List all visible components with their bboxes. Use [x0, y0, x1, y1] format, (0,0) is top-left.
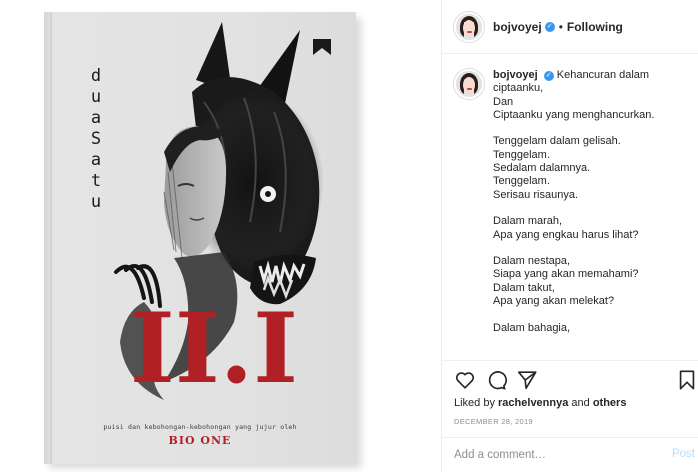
book-author: BIO ONE [168, 434, 232, 447]
caption-line: Apa yang akan melekat? [493, 295, 615, 308]
book-subtitle: puisi dan kebohongan-kebohongan yang juj… [103, 423, 297, 431]
caption-line [493, 308, 687, 321]
verified-badge-icon: ✓ [543, 71, 554, 81]
post-media[interactable]: d u a S a t u II.I puisi dan kebohongan-… [0, 0, 441, 472]
post-sidebar: bojvoyej ✓ • Following bojvoyej ✓ Kehanc… [441, 0, 698, 472]
caption-line: Dalam marah, [493, 215, 563, 228]
post-header: bojvoyej ✓ • Following [442, 0, 698, 54]
avatar[interactable] [454, 11, 484, 42]
comment-bar: Post [442, 437, 698, 472]
header-username[interactable]: bojvoyej [493, 20, 542, 34]
book-cover: d u a S a t u II.I puisi dan kebohongan-… [44, 12, 356, 464]
caption-line: Sedalam dalamnya. [493, 162, 591, 175]
caption-line: Siapa yang akan memahami? [493, 268, 639, 281]
verified-badge-icon: ✓ [544, 21, 555, 32]
caption-line [493, 122, 687, 135]
caption-line: Dan [493, 95, 514, 108]
red-numeral: II.I [130, 292, 298, 402]
likes-prefix: Liked by [454, 397, 499, 409]
caption-line: Dalam nestapa, [493, 255, 571, 268]
caption-line: Apa yang engkau harus lihat? [493, 228, 639, 241]
caption-line: Ciptaanku yang menghancurkan. [493, 108, 655, 121]
caption-text: bojvoyej ✓ Kehancuran dalam ciptaanku, D… [493, 69, 687, 335]
heart-icon[interactable] [454, 369, 476, 391]
caption: bojvoyej ✓ Kehancuran dalam ciptaanku, D… [454, 69, 687, 335]
wolf-face-illustration: II.I [114, 22, 324, 402]
caption-line: Dalam takut, [493, 281, 555, 294]
comment-input[interactable] [454, 449, 654, 461]
post-comment-button[interactable]: Post [672, 448, 695, 460]
caption-scroll-area[interactable]: bojvoyej ✓ Kehancuran dalam ciptaanku, D… [442, 55, 698, 360]
caption-line: ciptaanku, [493, 82, 544, 95]
header-separator: • [558, 19, 563, 34]
caption-username[interactable]: bojvoyej [493, 69, 538, 81]
bookmark-icon[interactable] [676, 369, 698, 391]
caption-line [493, 242, 687, 255]
post-date[interactable]: DECEMBER 28, 2019 [454, 417, 533, 426]
book-spine [50, 12, 52, 464]
likes-summary: Liked by rachelvennya and others [454, 397, 626, 409]
likes-others-link[interactable]: others [593, 397, 627, 409]
likes-and: and [568, 397, 593, 409]
caption-line: Tenggelam. [493, 175, 550, 188]
caption-line: Kehancuran dalam [556, 69, 650, 81]
caption-line: Dalam bahagia, [493, 321, 571, 334]
comment-icon[interactable] [485, 369, 507, 391]
caption-avatar[interactable] [454, 69, 484, 99]
caption-line [493, 202, 687, 215]
share-icon[interactable] [516, 369, 538, 391]
following-button[interactable]: Following [567, 20, 623, 34]
caption-line: Tenggelam. [493, 148, 550, 161]
caption-line: Tenggelam dalam gelisah. [493, 135, 621, 148]
caption-line: Serisau risaunya. [493, 188, 578, 201]
liked-by-user-link[interactable]: rachelvennya [498, 397, 568, 409]
action-icons [452, 369, 695, 391]
